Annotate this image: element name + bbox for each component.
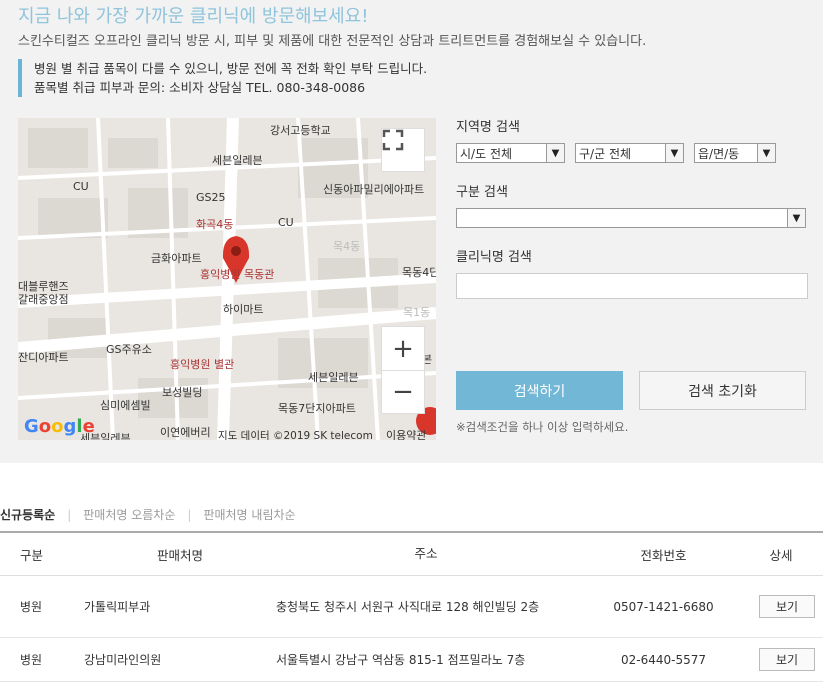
chevron-down-icon: ▼: [787, 209, 805, 227]
notice-line-2: 품목별 취급 피부과 문의: 소비자 상담실 TEL. 080-348-0086: [34, 80, 366, 95]
region-selects: 시/도 전체 ▼ 구/군 전체 ▼ 읍/면/동 ▼: [456, 143, 808, 163]
map-label: 심미에셈빌: [100, 399, 151, 412]
map-label: 이용약관: [386, 429, 427, 440]
clinic-table: 구분 판매처명 주소 전화번호 상세 병원 가톨릭피부과 충청북도 청주시 서원…: [0, 531, 823, 682]
region-search-label: 지역명 검색: [456, 120, 520, 135]
reset-button[interactable]: 검색 초기화: [639, 371, 806, 410]
search-button[interactable]: 검색하기: [456, 371, 623, 410]
zoom-out-button[interactable]: −: [381, 370, 425, 414]
column-header-address: 주소: [414, 546, 438, 561]
map-label: 금화아파트: [151, 252, 202, 265]
dong-value: 읍/면/동: [698, 146, 740, 161]
map-label: 하이마트: [223, 303, 264, 316]
column-header-phone: 전화번호: [640, 547, 687, 563]
chevron-down-icon: ▼: [665, 144, 683, 162]
column-header-name: 판매처명: [156, 547, 203, 563]
notice-line-1: 병원 별 취급 품목이 다를 수 있으니, 방문 전에 꼭 전화 확인 부탁 드…: [34, 61, 428, 76]
view-detail-button[interactable]: 보기: [759, 595, 815, 618]
map-label: 갈래중앙점: [18, 293, 69, 306]
sort-name-asc[interactable]: 판매처명 오름차순: [83, 506, 175, 523]
map-label: 잔디아파트: [18, 351, 69, 364]
cell-type: 병원: [20, 600, 43, 614]
cell-address: 서울특별시 강남구 역삼동 815-1 점프밀라노 7층: [276, 652, 526, 667]
search-buttons: 검색하기 검색 초기화: [456, 371, 806, 410]
sort-divider: |: [187, 507, 192, 522]
cell-address: 충청북도 청주시 서원구 사직대로 128 해인빌딩 2층: [276, 599, 540, 614]
map-label: 홍익병원 목동관: [200, 268, 275, 281]
sort-newest[interactable]: 신규등록순: [0, 506, 55, 523]
search-hint: ※검색조건을 하나 이상 입력하세요.: [456, 420, 629, 434]
sido-value: 시/도 전체: [460, 146, 513, 161]
map[interactable]: 강서고등학교 세븐일레븐 CU GS25 신동아파밀리에아파트 CU 화곡4동 …: [18, 118, 436, 440]
map-label: 화곡4동: [196, 218, 234, 231]
map-label: CU: [73, 180, 89, 193]
map-label: GS25: [196, 191, 226, 204]
google-logo[interactable]: Google: [24, 416, 95, 437]
sort-divider: |: [67, 507, 72, 522]
category-search-label: 구분 검색: [456, 185, 508, 200]
map-copyright: 지도 데이터 ©2019 SK telecom: [218, 430, 373, 440]
sort-bar: 신규등록순 | 판매처명 오름차순 | 판매처명 내림차순: [0, 506, 296, 523]
category-select[interactable]: ▼: [456, 208, 806, 228]
gugun-value: 구/군 전체: [579, 146, 632, 161]
fullscreen-icon: [382, 129, 404, 151]
headline: 지금 나와 가장 가까운 클리닉에 방문해보세요!: [18, 6, 369, 27]
map-label: GS주유소: [106, 343, 152, 356]
sort-name-desc[interactable]: 판매처명 내림차순: [203, 506, 295, 523]
table-header: 구분 판매처명 주소 전화번호 상세: [0, 533, 823, 576]
gugun-select[interactable]: 구/군 전체 ▼: [575, 143, 684, 163]
map-label: 목1동: [403, 306, 431, 319]
zoom-in-button[interactable]: +: [381, 326, 425, 370]
search-form: 지역명 검색 시/도 전체 ▼ 구/군 전체 ▼ 읍/면/동 ▼ 구분 검색 ▼…: [456, 116, 808, 299]
view-detail-button[interactable]: 보기: [759, 648, 815, 671]
map-label: 이연에버리: [160, 426, 211, 439]
map-label: 홍익병원 별관: [170, 358, 235, 371]
clinic-search-label: 클리닉명 검색: [456, 250, 532, 265]
chevron-down-icon: ▼: [546, 144, 564, 162]
cell-detail: 보기: [751, 648, 823, 671]
column-header-detail: 상세: [769, 547, 793, 563]
fullscreen-button[interactable]: [381, 128, 425, 172]
notice-box: 병원 별 취급 품목이 다를 수 있으니, 방문 전에 꼭 전화 확인 부탁 드…: [18, 59, 427, 97]
subline: 스킨수티컬즈 오프라인 클리닉 방문 시, 피부 및 제품에 대한 전문적인 상…: [18, 34, 647, 49]
map-label: CU: [278, 216, 294, 229]
table-row: 병원 가톨릭피부과 충청북도 청주시 서원구 사직대로 128 해인빌딩 2층 …: [0, 576, 823, 638]
map-label: 목동4단: [402, 266, 436, 279]
cell-name: 가톨릭피부과: [84, 600, 151, 614]
clinic-search-panel: 지금 나와 가장 가까운 클리닉에 방문해보세요! 스킨수티컬즈 오프라인 클리…: [0, 0, 823, 463]
map-label: 신동아파밀리에아파트: [323, 183, 425, 196]
cell-phone: 0507-1421-6680: [613, 599, 714, 614]
cell-phone: 02-6440-5577: [620, 652, 706, 667]
map-label: 목동7단지아파트: [278, 402, 356, 415]
cell-type: 병원: [20, 653, 43, 667]
cell-detail: 보기: [751, 595, 823, 618]
table-row: 병원 강남미라인의원 서울특별시 강남구 역삼동 815-1 점프밀라노 7층 …: [0, 638, 823, 682]
map-label: 강서고등학교: [270, 124, 331, 137]
sido-select[interactable]: 시/도 전체 ▼: [456, 143, 565, 163]
dong-select[interactable]: 읍/면/동 ▼: [694, 143, 776, 163]
map-label: 세븐일레븐: [212, 154, 263, 167]
cell-name: 강남미라인의원: [84, 653, 162, 667]
column-header-type: 구분: [20, 547, 44, 563]
chevron-down-icon: ▼: [757, 144, 775, 162]
map-label: 목4동: [333, 240, 361, 253]
map-label: 보성빌딩: [162, 386, 203, 399]
clinic-name-input[interactable]: [456, 273, 808, 299]
map-label: 세븐일레븐: [308, 371, 359, 384]
